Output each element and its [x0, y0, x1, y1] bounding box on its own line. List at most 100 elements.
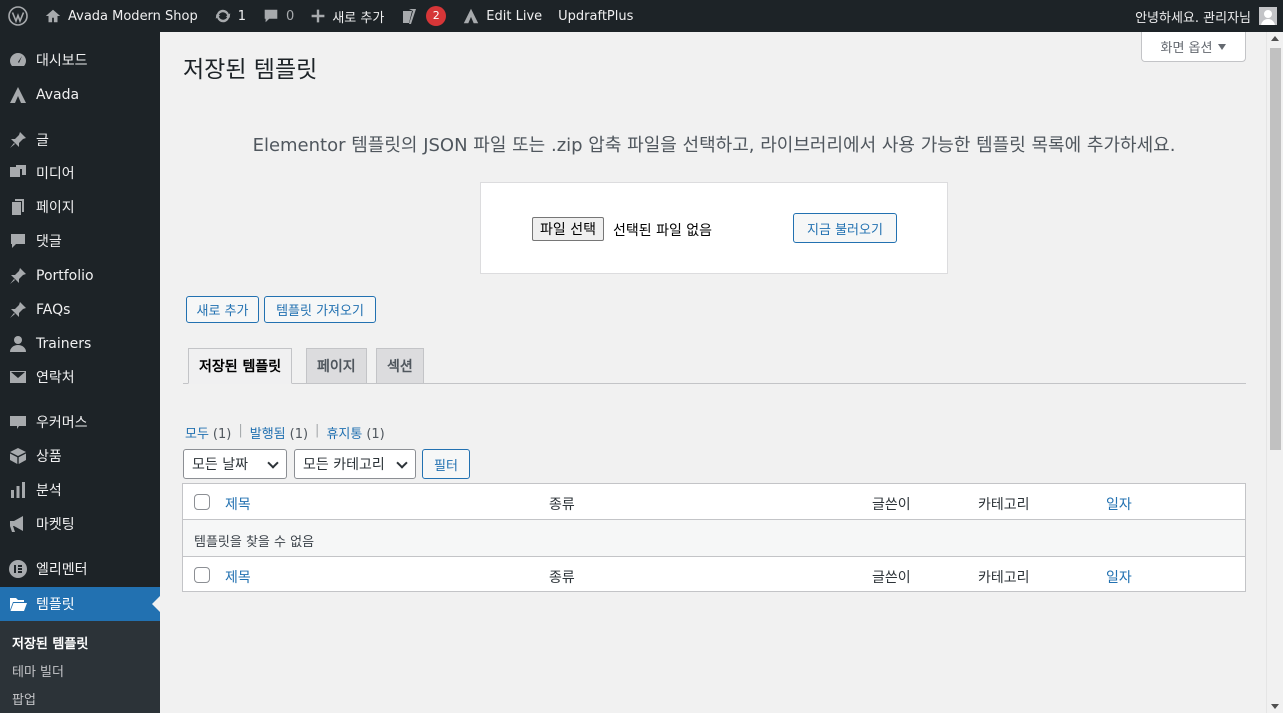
- woo-icon: [0, 412, 36, 432]
- elementor-icon: [0, 559, 36, 579]
- menu-label: 템플릿: [36, 597, 75, 613]
- folder-icon: [0, 594, 36, 614]
- yoast-badge: 2: [426, 6, 447, 26]
- yoast-menu[interactable]: 2: [392, 0, 454, 32]
- new-content-link[interactable]: 새로 추가: [302, 0, 392, 32]
- menu-item-comments[interactable]: 댓글: [0, 224, 160, 258]
- submenu-item-popups[interactable]: 팝업: [12, 689, 36, 708]
- menu-item-templates[interactable]: 템플릿: [0, 587, 160, 621]
- updraftplus-link[interactable]: UpdraftPlus: [550, 0, 641, 32]
- file-select-button[interactable]: 파일 선택: [532, 217, 604, 241]
- updraftplus-label: UpdraftPlus: [558, 8, 634, 24]
- view-filters: 모두 (1) | 발행됨 (1) | 휴지통 (1): [185, 423, 385, 442]
- edit-live-label: Edit Live: [486, 8, 543, 24]
- separator: |: [315, 423, 320, 438]
- chart-icon: [0, 480, 36, 500]
- file-status: 선택된 파일 없음: [613, 223, 713, 239]
- scrollbar-thumb[interactable]: [1270, 48, 1281, 450]
- my-account-link[interactable]: 안녕하세요. 관리자님: [1127, 0, 1283, 32]
- menu-item-trainers[interactable]: Trainers: [0, 327, 160, 361]
- tab-sections[interactable]: 섹션: [376, 348, 424, 383]
- admin-sidebar: 대시보드 Avada 글 미디어 페이지 댓글 Portfolio FAQs T…: [0, 32, 160, 713]
- home-icon: [45, 9, 61, 23]
- comments-link[interactable]: 0: [254, 0, 302, 32]
- menu-label: 페이지: [36, 200, 75, 216]
- wordpress-logo-icon[interactable]: [0, 0, 36, 32]
- scroll-down-arrow-icon[interactable]: [1271, 704, 1279, 709]
- select-all-checkbox-footer[interactable]: [194, 567, 210, 583]
- column-date-header[interactable]: 일자: [1106, 494, 1132, 514]
- chevron-down-icon: [267, 457, 279, 469]
- menu-label: Portfolio: [36, 268, 94, 284]
- no-items-message: 템플릿을 찾을 수 없음: [194, 535, 315, 550]
- new-label: 새로 추가: [332, 10, 385, 26]
- select-all-checkbox[interactable]: [194, 494, 210, 510]
- submenu-item-saved-templates[interactable]: 저장된 템플릿: [12, 633, 88, 652]
- menu-item-analytics[interactable]: 분석: [0, 473, 160, 507]
- column-title-footer[interactable]: 제목: [225, 567, 251, 587]
- view-published-link[interactable]: 발행됨: [250, 427, 286, 442]
- view-trash-link[interactable]: 휴지통: [326, 427, 362, 442]
- page-icon: [0, 197, 36, 217]
- updates-link[interactable]: 1: [206, 0, 254, 32]
- pin-icon: [0, 266, 36, 286]
- edit-live-link[interactable]: Edit Live: [454, 0, 550, 32]
- add-new-button[interactable]: 새로 추가: [186, 296, 259, 323]
- category-filter-value: 모든 카테고리: [303, 457, 385, 473]
- menu-item-portfolio[interactable]: Portfolio: [0, 259, 160, 293]
- menu-item-media[interactable]: 미디어: [0, 156, 160, 190]
- column-date-footer[interactable]: 일자: [1106, 567, 1132, 587]
- screen-options-label: 화면 옵션: [1160, 41, 1213, 56]
- import-templates-button[interactable]: 템플릿 가져오기: [264, 296, 376, 323]
- screen-options-button[interactable]: 화면 옵션: [1141, 32, 1246, 62]
- menu-item-posts[interactable]: 글: [0, 123, 160, 157]
- category-filter-select[interactable]: 모든 카테고리: [294, 449, 416, 479]
- menu-label: 우커머스: [36, 415, 88, 431]
- site-name-link[interactable]: Avada Modern Shop: [36, 0, 206, 32]
- pin-icon: [0, 130, 36, 150]
- tab-pages[interactable]: 페이지: [306, 348, 367, 383]
- avada-icon: [464, 8, 479, 24]
- box-icon: [0, 446, 36, 466]
- view-all-link[interactable]: 모두: [185, 427, 209, 442]
- filter-button[interactable]: 필터: [422, 449, 470, 479]
- page-scrollbar[interactable]: [1266, 32, 1283, 713]
- column-type-footer: 종류: [549, 570, 575, 586]
- menu-label: 연락처: [36, 370, 75, 386]
- menu-item-products[interactable]: 상품: [0, 439, 160, 473]
- table-header-row: 제목 종류 글쓴이 카테고리 일자: [183, 484, 1245, 520]
- menu-item-marketing[interactable]: 마켓팅: [0, 507, 160, 541]
- menu-item-elementor[interactable]: 엘리멘터: [0, 552, 160, 586]
- menu-label: 분석: [36, 483, 62, 499]
- column-category-header: 카테고리: [978, 497, 1030, 513]
- menu-label: 마켓팅: [36, 517, 75, 533]
- menu-label: 글: [36, 133, 49, 149]
- page-title: 저장된 템플릿: [183, 57, 318, 83]
- menu-item-contacts[interactable]: 연락처: [0, 360, 160, 394]
- mail-icon: [0, 367, 36, 387]
- pin-icon: [0, 300, 36, 320]
- scroll-up-arrow-icon[interactable]: [1271, 36, 1279, 41]
- menu-item-dashboard[interactable]: 대시보드: [0, 43, 160, 77]
- menu-item-woocommerce[interactable]: 우커머스: [0, 405, 160, 439]
- menu-label: 댓글: [36, 234, 62, 250]
- greeting: 안녕하세요. 관리자님: [1135, 10, 1251, 26]
- column-title-header[interactable]: 제목: [225, 494, 251, 514]
- import-now-button[interactable]: 지금 불러오기: [793, 213, 897, 243]
- menu-label: Trainers: [36, 336, 92, 352]
- caret-down-icon: [1218, 43, 1227, 50]
- menu-item-avada[interactable]: Avada: [0, 78, 160, 112]
- user-icon: [0, 334, 36, 354]
- menu-item-faqs[interactable]: FAQs: [0, 293, 160, 327]
- tab-saved-templates[interactable]: 저장된 템플릿: [188, 348, 293, 384]
- menu-label: 미디어: [36, 166, 75, 182]
- comment-icon: [0, 231, 36, 251]
- menu-item-pages[interactable]: 페이지: [0, 190, 160, 224]
- date-filter-select[interactable]: 모든 날짜: [183, 449, 287, 479]
- separator: |: [238, 423, 243, 438]
- dashboard-icon: [0, 50, 36, 70]
- submenu-item-theme-builder[interactable]: 테마 빌더: [12, 661, 64, 680]
- column-category-footer: 카테고리: [978, 570, 1030, 586]
- table-row: 템플릿을 찾을 수 없음: [183, 520, 1245, 556]
- tab-divider: [183, 383, 1246, 384]
